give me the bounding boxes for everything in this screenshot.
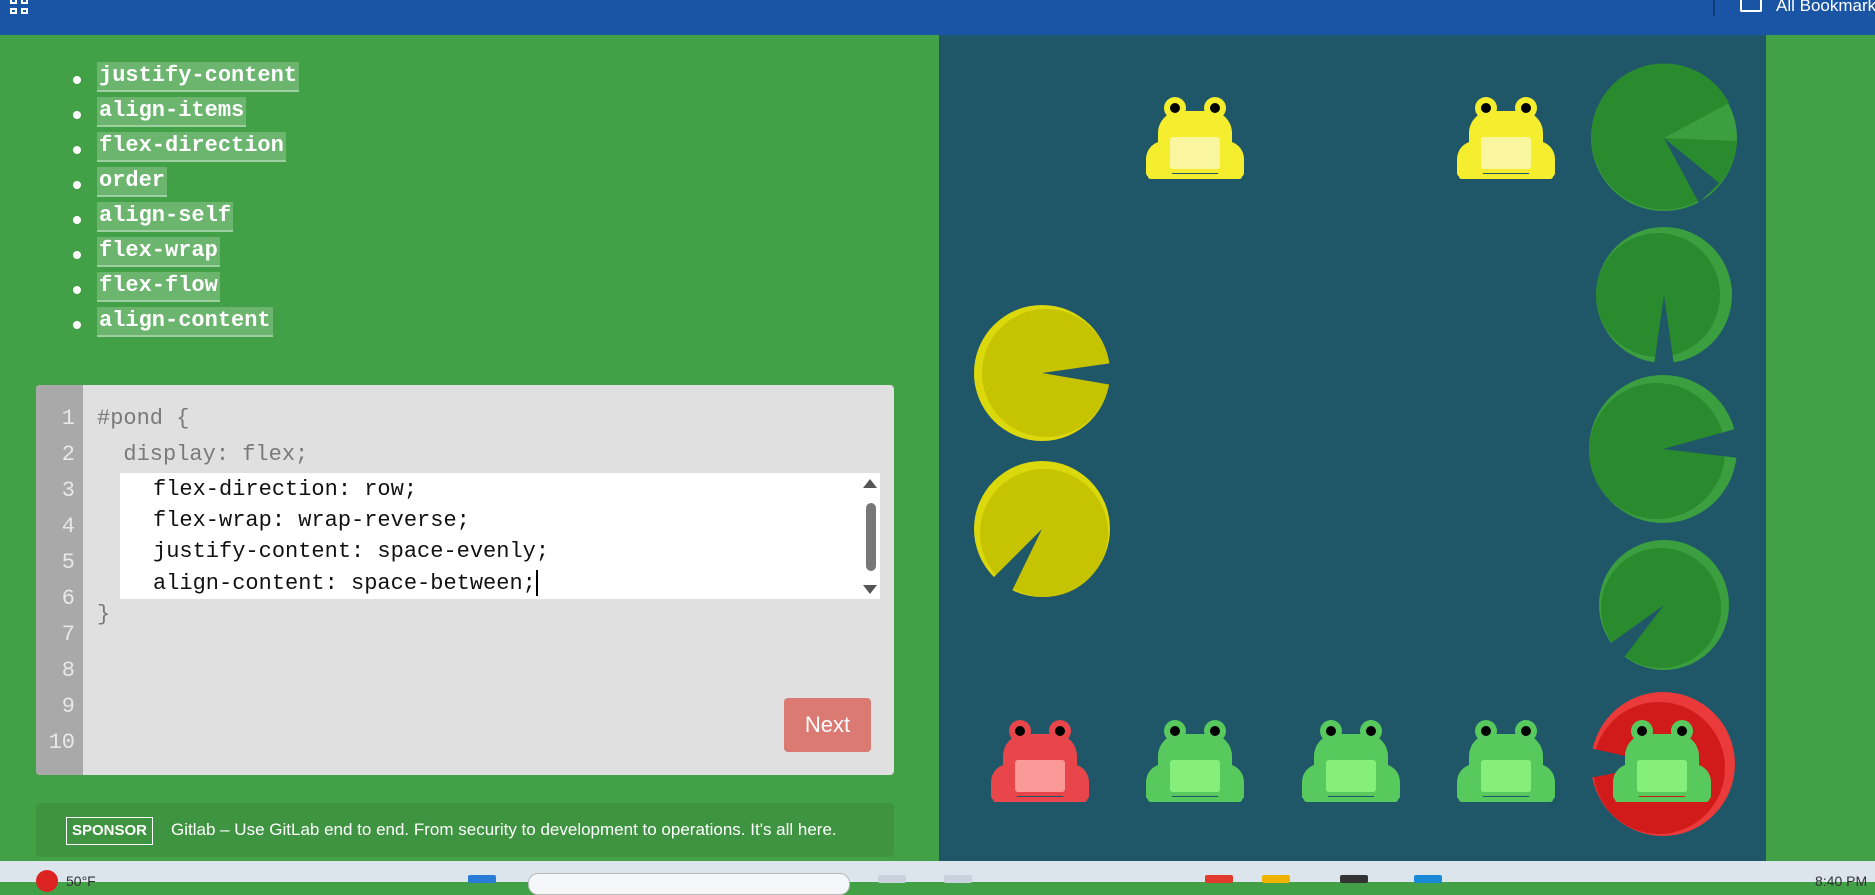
line-number: 6 [61, 586, 75, 611]
sponsor-text[interactable]: Gitlab – Use GitLab end to end. From sec… [171, 820, 837, 840]
taskbar-clock[interactable]: 8:40 PM [1815, 873, 1867, 889]
list-item: flex-direction [73, 132, 299, 167]
bullet-icon [73, 146, 81, 154]
sponsor-banner[interactable]: SPONSOR Gitlab – Use GitLab end to end. … [36, 803, 894, 857]
property-align-self[interactable]: align-self [97, 202, 234, 232]
property-justify-content[interactable]: justify-content [97, 62, 300, 92]
list-item: align-self [73, 202, 299, 237]
code-input-line-last[interactable]: align-content: space-between; [153, 570, 538, 596]
apps-grid-icon[interactable] [10, 0, 32, 16]
css-editor: 1 2 3 4 5 6 7 8 9 10 #pond { display: fl… [36, 385, 894, 775]
property-order[interactable]: order [97, 167, 168, 197]
text-caret [535, 570, 538, 596]
property-flex-flow[interactable]: flex-flow [97, 272, 220, 302]
code-line-display: display: flex; [97, 442, 309, 467]
list-item: align-content [73, 307, 299, 342]
green-lilypad [1589, 375, 1739, 523]
flexbox-properties-list: justify-content align-items flex-directi… [73, 62, 300, 342]
code-line-closing-brace: } [97, 602, 111, 627]
green-frog [1457, 720, 1555, 802]
bullet-icon [73, 286, 81, 294]
line-number: 7 [61, 622, 75, 647]
line-number: 4 [61, 514, 75, 539]
code-input-line[interactable]: flex-direction: row; [153, 477, 417, 502]
os-taskbar: 50°F 8:40 PM [0, 861, 1875, 895]
bullet-icon [73, 251, 81, 259]
next-button[interactable]: Next [784, 698, 871, 752]
code-line-selector: #pond { [97, 406, 190, 431]
code-input-text[interactable]: align-content: space-between; [153, 571, 536, 596]
scroll-up-icon[interactable] [863, 479, 877, 488]
yellow-frog [1146, 97, 1244, 179]
bullet-icon [73, 76, 81, 84]
yellow-lilypad [974, 305, 1112, 441]
green-frog [1613, 720, 1711, 802]
line-number: 5 [61, 550, 75, 575]
property-align-items[interactable]: align-items [97, 97, 247, 127]
list-item: order [73, 167, 299, 202]
scroll-down-icon[interactable] [863, 585, 877, 594]
browser-bookmarks-bar: All Bookmarks [0, 0, 1875, 35]
green-lilypad [1591, 63, 1737, 211]
red-frog [991, 720, 1089, 802]
pond-board [939, 35, 1766, 861]
bullet-icon [73, 216, 81, 224]
list-item: flex-wrap [73, 237, 299, 272]
list-item: align-items [73, 97, 299, 132]
list-item: flex-flow [73, 272, 299, 307]
line-number: 10 [48, 730, 75, 755]
line-number-gutter: 1 2 3 4 5 6 7 8 9 10 [36, 385, 83, 775]
green-frog [1146, 720, 1244, 802]
all-bookmarks-link[interactable]: All Bookmarks [1776, 0, 1875, 16]
taskbar-search-box[interactable] [528, 873, 850, 895]
line-number: 2 [61, 442, 75, 467]
bullet-icon [73, 181, 81, 189]
green-lilypad [1599, 540, 1729, 670]
line-number: 1 [61, 406, 75, 431]
notification-badge-icon[interactable] [36, 870, 58, 892]
property-flex-direction[interactable]: flex-direction [97, 132, 286, 162]
yellow-frog [1457, 97, 1555, 179]
list-item: justify-content [73, 62, 300, 97]
line-number: 8 [61, 658, 75, 683]
sponsor-badge: SPONSOR [66, 817, 154, 845]
folder-icon[interactable] [1740, 0, 1762, 12]
green-frog [1302, 720, 1400, 802]
bullet-icon [73, 321, 81, 329]
property-align-content[interactable]: align-content [97, 307, 273, 337]
bullet-icon [73, 111, 81, 119]
line-number: 9 [61, 694, 75, 719]
green-lilypad [1596, 227, 1732, 365]
scrollbar-thumb[interactable] [866, 503, 876, 571]
weather-temperature[interactable]: 50°F [66, 873, 96, 889]
code-input-line[interactable]: justify-content: space-evenly; [153, 539, 549, 564]
bookmarks-divider [1713, 0, 1715, 16]
css-input-textarea[interactable]: flex-direction: row; flex-wrap: wrap-rev… [120, 473, 880, 599]
code-input-line[interactable]: flex-wrap: wrap-reverse; [153, 508, 470, 533]
yellow-lilypad [974, 461, 1110, 597]
line-number: 3 [61, 478, 75, 503]
property-flex-wrap[interactable]: flex-wrap [97, 237, 220, 267]
